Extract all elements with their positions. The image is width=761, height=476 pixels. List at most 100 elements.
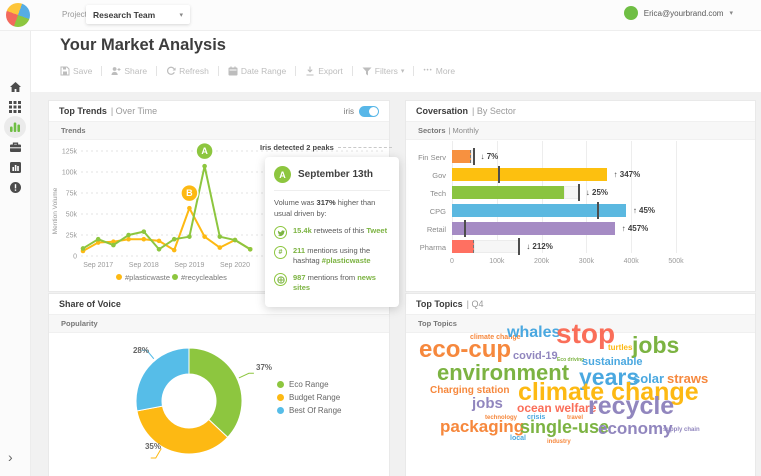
slice-pct-label: 35% [145,442,161,451]
legend-item: Budget Range [277,391,341,404]
topic-word[interactable]: eco-cup [419,338,511,362]
sector-label: Gov [416,171,446,180]
data-point [142,229,147,234]
peaks-detected-note: Iris detected 2 peaks [260,143,392,152]
previous-period-region [474,240,519,253]
user-email: Erica@yourbrand.com [644,9,724,18]
sector-label: Fin Serv [416,153,446,162]
change-badge: ↓ 212% [526,242,553,251]
topic-word[interactable]: jobs [632,334,679,357]
sidebar-item-apps[interactable] [0,96,30,118]
topic-word[interactable]: ocean welfare [517,402,596,414]
legend-dot [172,274,178,280]
label-leader-line [239,373,254,378]
sidebar-expand-button[interactable]: › [8,450,13,464]
user-menu[interactable]: Erica@yourbrand.com ▾ [624,6,733,20]
top-bar: Project Research Team ▾ Erica@yourbrand.… [0,0,761,31]
share-button[interactable]: Share [111,66,147,76]
topic-word[interactable]: stop [556,320,615,348]
topic-word[interactable]: economy [598,420,673,437]
filters-button[interactable]: Filters ▾ [362,66,405,76]
data-point [218,234,223,239]
save-button[interactable]: Save [60,66,92,76]
topic-word[interactable]: packaging [440,418,524,435]
data-point [157,247,162,252]
panel-share-of-voice: Share of Voice Popularity 37%35%28% Eco … [48,293,390,476]
toggle-knob [369,107,378,116]
news-icon [274,273,287,286]
sector-bar[interactable] [452,222,615,235]
filter-funnel-icon [362,67,372,76]
briefcase-icon [9,141,22,153]
sidebar-item-analytics[interactable] [0,116,30,138]
series-line [83,166,250,249]
more-button[interactable]: ••• More [423,66,455,76]
donut-legend: Eco RangeBudget RangeBest Of Range [277,378,341,417]
topic-word[interactable]: supply chain [663,427,700,433]
legend-item: Eco Range [277,378,341,391]
sidebar-item-projects[interactable] [0,136,30,158]
panel-top-topics: Top Topics | Q4 Top Topics climate chang… [405,293,756,476]
y-tick-label: 75k [66,191,78,198]
donut-slice[interactable] [136,348,189,411]
legend-label: #plasticwaste [125,273,170,282]
topic-word[interactable]: industry [547,439,571,445]
popup-link[interactable]: 211 [293,246,305,255]
popup-link[interactable]: 987 [293,273,306,282]
previous-value-tick [464,220,466,237]
export-button[interactable]: Export [305,66,343,76]
sector-bar[interactable] [452,168,607,181]
chevron-down-icon: ▾ [179,11,183,19]
topic-word[interactable]: local [510,435,526,442]
panel-top-topics-header: Top Topics | Q4 [406,294,755,315]
popup-title: September 13th [298,169,373,180]
topics-word-cloud: climate changewhalesstopturtlesjobseco-c… [406,332,755,475]
dashed-connector [338,147,392,148]
topic-word[interactable]: jobs [472,396,503,411]
sidebar-item-home[interactable] [0,76,30,98]
popup-link[interactable]: Tweet [366,226,387,235]
toolbar-divider [101,66,102,76]
sector-bar[interactable] [452,150,471,163]
popup-link[interactable]: 15.4k [293,226,312,235]
data-point [202,164,207,169]
sector-bar[interactable] [452,240,474,253]
x-tick-label: 200k [534,258,549,265]
project-label: Project [62,10,87,19]
sector-bar[interactable] [452,186,564,199]
data-point [81,246,86,251]
iris-toggle[interactable] [359,106,379,117]
legend-dot [277,407,284,414]
donut-slice[interactable] [189,348,242,437]
date-range-button[interactable]: Date Range [228,66,286,76]
analytics-bars-icon [8,120,22,134]
popup-text: Volume was [274,198,317,207]
gridline [586,141,587,253]
sector-label: Tech [416,189,446,198]
data-point [187,234,192,239]
refresh-button[interactable]: Refresh [166,66,209,76]
sector-bar[interactable] [452,204,626,217]
previous-value-tick [597,202,599,219]
x-tick-label: 0 [450,258,454,265]
project-selector[interactable]: Research Team ▾ [86,5,190,24]
topic-word[interactable]: single-use [520,418,609,436]
panel-conversation-header: Coversation | By Sector [406,101,755,122]
topic-word[interactable]: recycle [588,394,674,419]
apps-grid-icon [9,101,21,113]
share-icon [111,66,121,76]
sidebar: › [0,30,31,476]
x-tick-label: 300k [579,258,594,265]
data-point [187,206,192,211]
refresh-icon [166,66,176,76]
legend-label: #recycleables [181,273,227,282]
toolbar-divider [413,66,414,76]
sidebar-item-reports[interactable] [0,156,30,178]
topic-word[interactable]: turtles [608,344,632,352]
x-tick-label: Sep 2018 [129,262,159,269]
y-axis-label: Mention Volume [52,187,59,234]
peak-detail-popup: A September 13th Volume was 317% higher … [265,157,399,307]
topic-word[interactable]: whales [507,325,560,341]
sidebar-item-alerts[interactable] [0,176,30,198]
popup-link[interactable]: #plasticwaste [322,256,371,265]
